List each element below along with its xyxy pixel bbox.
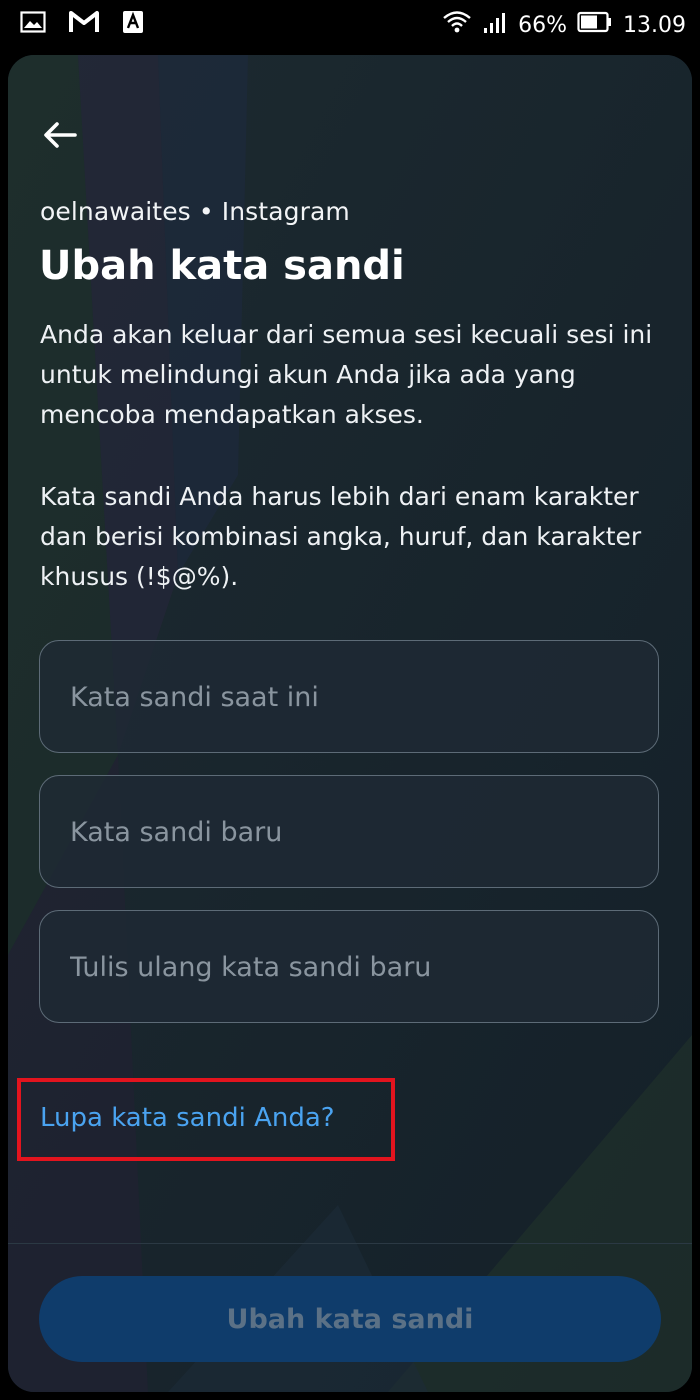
confirm-password-input[interactable] <box>68 911 632 1023</box>
gmail-icon <box>68 10 100 38</box>
change-password-button[interactable]: Ubah kata sandi <box>39 1276 661 1362</box>
gallery-icon <box>20 11 46 37</box>
battery-icon <box>577 11 613 41</box>
signal-icon <box>482 10 508 42</box>
current-password-input[interactable] <box>68 641 632 753</box>
notification-icons <box>20 10 144 38</box>
page-title: Ubah kata sandi <box>39 243 405 289</box>
wifi-icon <box>442 9 472 43</box>
new-password-field[interactable] <box>39 775 659 888</box>
clock: 13.09 <box>623 13 686 38</box>
account-label: oelnawaites • Instagram <box>40 197 350 226</box>
keyboard-icon <box>122 10 144 38</box>
footer-divider <box>8 1243 692 1244</box>
change-password-sheet: oelnawaites • Instagram Ubah kata sandi … <box>8 55 692 1392</box>
session-notice: Anda akan keluar dari semua sesi kecuali… <box>40 320 653 429</box>
status-bar: 66% 13.09 <box>0 0 700 48</box>
new-password-input[interactable] <box>68 776 632 888</box>
password-requirements: Kata sandi Anda harus lebih dari enam ka… <box>40 482 642 591</box>
current-password-field[interactable] <box>39 640 659 753</box>
battery-percent: 66% <box>518 13 568 38</box>
back-button[interactable] <box>36 117 84 157</box>
arrow-left-icon <box>42 121 78 153</box>
forgot-password-link[interactable]: Lupa kata sandi Anda? <box>40 1103 335 1133</box>
confirm-password-field[interactable] <box>39 910 659 1023</box>
system-status: 66% 13.09 <box>442 9 686 43</box>
